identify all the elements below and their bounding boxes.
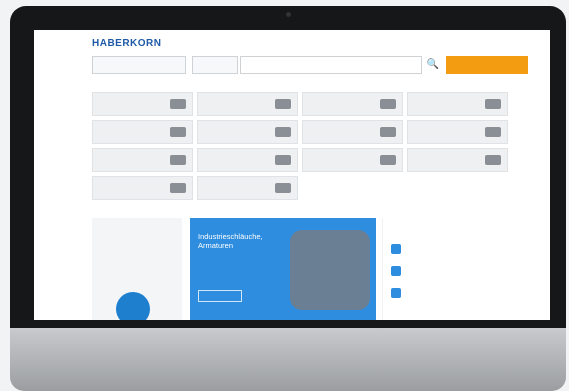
search-bar: 🔍 — [92, 56, 528, 74]
category-tile[interactable] — [407, 92, 508, 116]
product-image — [485, 127, 501, 137]
hero-banner[interactable]: Industrieschläuche, Armaturen — [190, 218, 376, 320]
category-tile[interactable] — [302, 120, 403, 144]
product-image — [380, 127, 396, 137]
product-image — [170, 155, 186, 165]
breadcrumb — [92, 80, 512, 86]
category-tile[interactable] — [197, 120, 298, 144]
category-tile[interactable] — [302, 148, 403, 172]
cta-button[interactable] — [446, 56, 528, 74]
product-image — [485, 155, 501, 165]
benefit-icon — [391, 288, 401, 298]
hero-headline: Industrieschläuche, Armaturen — [198, 232, 263, 250]
brand-logo[interactable]: HABERKORN — [92, 38, 162, 49]
benefit-icon — [391, 266, 401, 276]
category-tile[interactable] — [197, 176, 298, 200]
hero-image — [290, 230, 370, 310]
product-image — [275, 99, 291, 109]
browser-screen: HABERKORN 🔍 Industrieschläuche, Armature… — [34, 30, 550, 320]
product-image — [380, 155, 396, 165]
camera-dot — [286, 12, 291, 17]
category-tile[interactable] — [92, 148, 193, 172]
product-image — [170, 99, 186, 109]
scope-select[interactable] — [192, 56, 238, 74]
category-tile[interactable] — [407, 120, 508, 144]
promo-row: Industrieschläuche, Armaturen — [92, 218, 509, 320]
category-tile[interactable] — [92, 120, 193, 144]
product-image — [170, 183, 186, 193]
category-tile[interactable] — [302, 92, 403, 116]
category-grid — [92, 92, 508, 200]
product-image — [275, 155, 291, 165]
category-tile[interactable] — [197, 92, 298, 116]
product-image — [485, 99, 501, 109]
monitor-chin — [10, 328, 566, 391]
product-image — [380, 99, 396, 109]
search-icon[interactable]: 🔍 — [424, 56, 442, 74]
search-input[interactable] — [240, 56, 422, 74]
category-tile[interactable] — [92, 92, 193, 116]
category-tile[interactable] — [92, 176, 193, 200]
category-select[interactable] — [92, 56, 186, 74]
benefit-row — [391, 286, 501, 302]
promo-left — [92, 218, 182, 320]
product-image — [170, 127, 186, 137]
category-tile[interactable] — [197, 148, 298, 172]
benefit-row — [391, 242, 501, 258]
promo-badge[interactable] — [116, 292, 150, 320]
category-tile[interactable] — [407, 148, 508, 172]
benefit-row — [391, 264, 501, 280]
benefit-icon — [391, 244, 401, 254]
product-image — [275, 127, 291, 137]
benefits-panel — [382, 218, 509, 320]
product-image — [275, 183, 291, 193]
hero-button[interactable] — [198, 290, 242, 302]
